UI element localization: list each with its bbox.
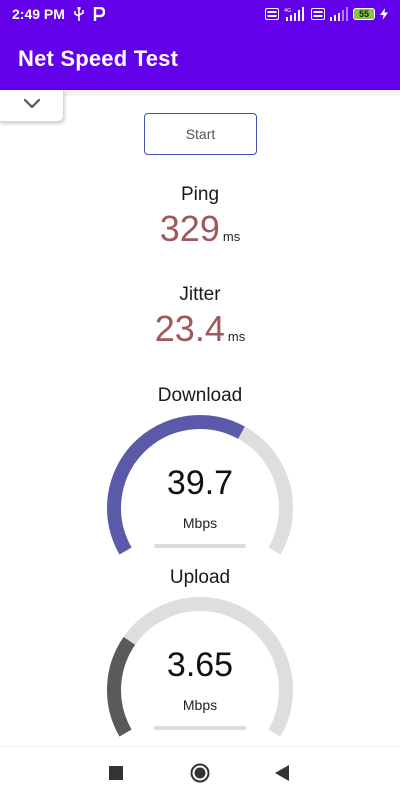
- download-value: 39.7: [166, 464, 234, 502]
- app-screen: 2:49 PM 4G 55 Net Speed Test Start Ping …: [0, 0, 400, 800]
- download-baseline: [154, 544, 246, 548]
- chevron-down-icon: [23, 97, 41, 115]
- charging-bolt-icon: [380, 8, 388, 20]
- ping-value-row: 329 ms: [0, 208, 400, 250]
- parking-icon: [93, 7, 105, 21]
- ping-label: Ping: [180, 184, 220, 205]
- svg-text:4G: 4G: [284, 8, 291, 14]
- ping-value: 329: [159, 208, 220, 249]
- recents-square-icon: [109, 765, 123, 785]
- home-circle-icon: [190, 763, 210, 788]
- upload-value: 3.65: [166, 646, 234, 684]
- back-button[interactable]: [268, 761, 296, 789]
- ping-unit: ms: [222, 229, 241, 244]
- battery-icon: 55: [353, 8, 375, 20]
- jitter-value-row: 23.4 ms: [0, 308, 400, 350]
- app-title: Net Speed Test: [18, 46, 179, 71]
- usb-icon: [73, 7, 85, 21]
- signal-icon: [330, 7, 348, 21]
- upload-label: Upload: [169, 567, 231, 588]
- jitter-label: Jitter: [179, 284, 221, 305]
- back-triangle-icon: [275, 764, 289, 786]
- ping-metric: Ping 329 ms: [0, 184, 400, 250]
- navigation-bar: [0, 746, 400, 800]
- status-bar: 2:49 PM 4G 55: [0, 0, 400, 28]
- volte-icon: [311, 8, 325, 20]
- jitter-metric: Jitter 23.4 ms: [0, 284, 400, 350]
- status-right: 4G 55: [265, 7, 388, 21]
- status-time: 2:49 PM: [12, 6, 65, 22]
- jitter-unit: ms: [227, 329, 246, 344]
- download-unit: Mbps: [182, 515, 218, 531]
- home-button[interactable]: [186, 761, 214, 789]
- download-label: Download: [157, 385, 243, 406]
- jitter-value: 23.4: [154, 308, 225, 349]
- divider: [64, 90, 400, 94]
- upload-unit: Mbps: [182, 697, 218, 713]
- status-left: 2:49 PM: [12, 6, 105, 22]
- upload-baseline: [154, 726, 246, 730]
- start-button[interactable]: Start: [144, 113, 257, 155]
- app-bar: Net Speed Test: [0, 28, 400, 90]
- recents-button[interactable]: [102, 761, 130, 789]
- signal-4g-icon: 4G: [284, 7, 306, 21]
- collapse-toggle[interactable]: [0, 90, 64, 122]
- volte-icon: [265, 8, 279, 20]
